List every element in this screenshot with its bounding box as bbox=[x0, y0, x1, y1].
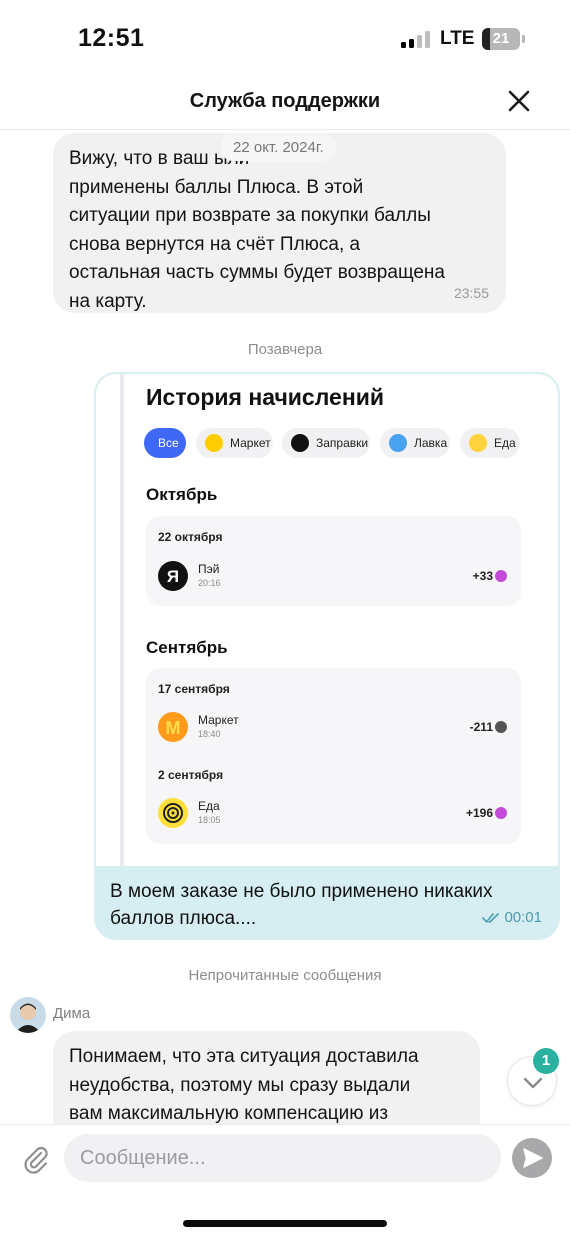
plus-points-icon bbox=[495, 807, 507, 819]
market-icon bbox=[205, 434, 223, 452]
screenshot-title: История начислений bbox=[146, 384, 384, 410]
date-chip: 22 окт. 2024г. bbox=[221, 134, 336, 161]
outgoing-message: История начислений Все Маркет Заправки Л… bbox=[94, 372, 560, 940]
filter-chip-lavka: Лавка bbox=[380, 428, 450, 458]
message-meta: 00:01 bbox=[482, 909, 542, 926]
market-icon: M bbox=[158, 712, 188, 742]
send-button[interactable] bbox=[512, 1138, 552, 1178]
message-composer bbox=[0, 1124, 570, 1237]
attached-screenshot[interactable]: История начислений Все Маркет Заправки Л… bbox=[96, 374, 558, 866]
history-panel: 22 октября Я Пэй 20:16 +33 bbox=[146, 516, 521, 606]
page-title: Служба поддержки bbox=[189, 90, 381, 112]
fuel-icon bbox=[291, 434, 309, 452]
operation-amount: -211 bbox=[470, 720, 507, 734]
filter-chip-eda: Еда bbox=[460, 428, 520, 458]
month-heading: Сентябрь bbox=[146, 638, 228, 657]
day-divider: Позавчера bbox=[247, 341, 323, 358]
lavka-icon bbox=[389, 434, 407, 452]
message-text: Понимаем, что эта ситуация доставила неу… bbox=[69, 1046, 419, 1124]
pay-icon: Я bbox=[158, 561, 188, 591]
screenshot-edge bbox=[120, 374, 124, 866]
operation-time: 18:40 bbox=[198, 729, 221, 739]
double-check-icon bbox=[482, 913, 500, 923]
battery-tip bbox=[522, 35, 525, 43]
incoming-message: Понимаем, что эта ситуация доставила неу… bbox=[53, 1031, 480, 1124]
operation-name: Пэй bbox=[198, 562, 220, 576]
svg-text:Я: Я bbox=[167, 567, 179, 586]
plus-points-icon bbox=[495, 721, 507, 733]
agent-name: Дима bbox=[53, 1005, 91, 1022]
operation-name: Еда bbox=[198, 799, 220, 813]
battery-level: 21 bbox=[492, 30, 510, 47]
battery-icon: 21 bbox=[482, 28, 520, 50]
eda-icon bbox=[469, 434, 487, 452]
svg-text:M: M bbox=[166, 718, 181, 738]
message-input-wrapper bbox=[64, 1134, 501, 1182]
group-date: 17 сентября bbox=[158, 682, 230, 696]
filter-chip-all: Все bbox=[144, 428, 186, 458]
send-icon bbox=[523, 1148, 543, 1168]
message-list[interactable]: Вижу, что в ваш ыли применены баллы Плюс… bbox=[0, 131, 570, 1124]
home-indicator bbox=[183, 1220, 387, 1227]
filter-chip-market: Маркет bbox=[196, 428, 273, 458]
status-bar: 12:51 LTE 21 bbox=[0, 0, 570, 78]
status-time: 12:51 bbox=[78, 24, 145, 52]
eda-icon bbox=[158, 798, 188, 828]
filter-chip-fuel: Заправки bbox=[282, 428, 370, 458]
operation-amount: +196 bbox=[466, 806, 507, 820]
history-panel: 17 сентября M Маркет 18:40 -211 2 сентяб… bbox=[146, 668, 521, 844]
signal-icon bbox=[401, 31, 433, 48]
chat-header: Служба поддержки bbox=[0, 78, 570, 130]
operation-amount: +33 bbox=[473, 569, 507, 583]
unread-divider: Непрочитанные сообщения bbox=[188, 967, 382, 984]
message-time: 00:01 bbox=[504, 909, 542, 926]
message-time: 23:55 bbox=[453, 285, 489, 301]
message-text: Вижу, что в ваш ыли применены баллы Плюс… bbox=[69, 148, 445, 312]
network-type: LTE bbox=[440, 28, 475, 49]
operation-name: Маркет bbox=[198, 713, 239, 727]
plus-points-icon bbox=[495, 570, 507, 582]
unread-badge: 1 bbox=[533, 1048, 559, 1074]
group-date: 22 октября bbox=[158, 530, 223, 544]
operation-time: 18:05 bbox=[198, 815, 221, 825]
close-icon bbox=[508, 90, 530, 112]
operation-time: 20:16 bbox=[198, 578, 221, 588]
message-input[interactable] bbox=[80, 1134, 490, 1182]
avatar bbox=[10, 997, 46, 1033]
month-heading: Октябрь bbox=[146, 485, 218, 504]
close-button[interactable] bbox=[505, 87, 533, 115]
group-date: 2 сентября bbox=[158, 768, 224, 782]
paperclip-icon bbox=[24, 1146, 48, 1174]
attach-button[interactable] bbox=[22, 1144, 50, 1174]
